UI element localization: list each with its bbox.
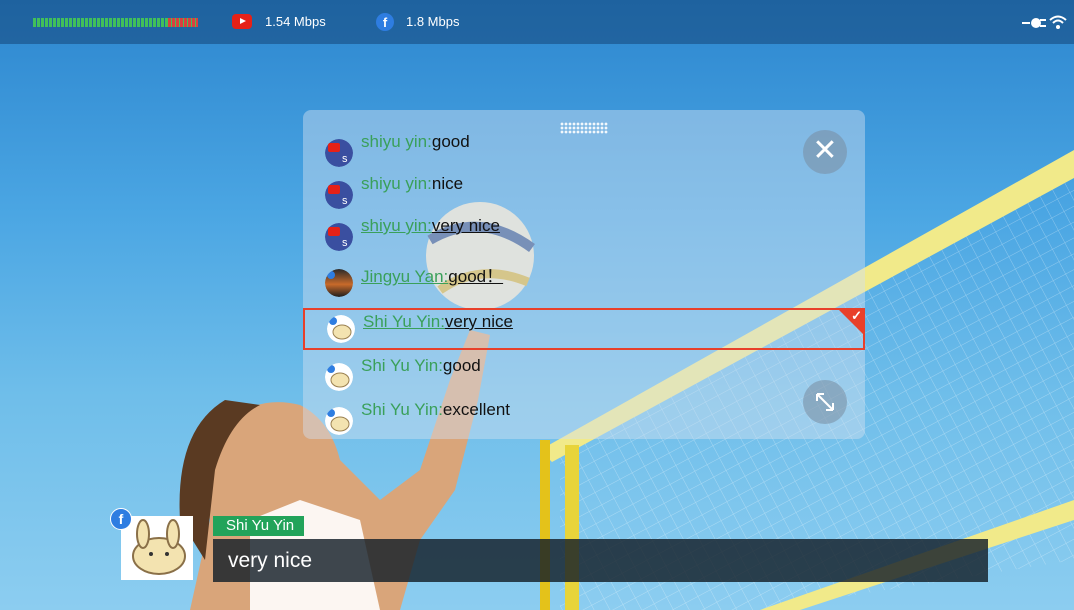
- chat-text: nice: [431, 174, 464, 193]
- chat-text: good: [431, 132, 470, 151]
- svg-text:s: s: [342, 237, 348, 249]
- facebook-icon: f: [376, 13, 394, 31]
- chat-author: Shi Yu Yin:: [361, 356, 443, 375]
- chat-text: good: [442, 356, 481, 375]
- youtube-bitrate: 1.54 Mbps: [265, 14, 326, 29]
- facebook-icon: f: [110, 508, 132, 530]
- facebook-user-avatar: [325, 269, 353, 297]
- youtube-icon: [232, 14, 252, 29]
- youtube-user-avatar: s: [325, 181, 353, 209]
- chat-author: shiyu yin:: [361, 132, 432, 151]
- plug-icon: [1022, 18, 1046, 28]
- facebook-user-avatar: [325, 363, 353, 391]
- overlay-message: very nice: [213, 539, 988, 582]
- wifi-icon: [1049, 15, 1067, 29]
- youtube-user-avatar: s: [325, 139, 353, 167]
- chat-message-selected[interactable]: Shi Yu Yin:very nice ✓: [303, 308, 865, 350]
- chat-author: Shi Yu Yin:: [361, 400, 443, 419]
- chat-message[interactable]: Shi Yu Yin:good: [303, 352, 865, 391]
- chat-message[interactable]: s shiyu yin:very nice: [303, 212, 865, 251]
- svg-text:s: s: [342, 195, 348, 207]
- close-button[interactable]: ✕: [803, 130, 847, 174]
- svg-text:s: s: [342, 153, 348, 165]
- expand-icon: [816, 393, 834, 411]
- status-bar: 1.54 Mbps f 1.8 Mbps: [0, 0, 1074, 44]
- chat-text: very nice: [431, 216, 500, 235]
- close-icon: ✕: [812, 134, 838, 167]
- selected-check-icon: ✓: [837, 308, 865, 336]
- audio-peak-segment: [168, 18, 198, 27]
- expand-button[interactable]: [803, 380, 847, 424]
- chat-message[interactable]: s shiyu yin:good: [303, 128, 865, 167]
- chat-text: very nice: [444, 312, 513, 331]
- chat-author: Jingyu Yan:: [361, 267, 449, 286]
- chat-author: shiyu yin:: [361, 174, 432, 193]
- youtube-user-avatar: s: [325, 223, 353, 251]
- audio-level-meter: [33, 18, 198, 27]
- facebook-user-avatar: [327, 315, 355, 343]
- chat-message[interactable]: Jingyu Yan:good！: [303, 258, 865, 297]
- overlay-author-name: Shi Yu Yin: [213, 516, 305, 536]
- facebook-bitrate: 1.8 Mbps: [406, 14, 460, 29]
- chat-message[interactable]: s shiyu yin:nice: [303, 170, 865, 209]
- chat-panel[interactable]: s shiyu yin:good s shiyu yin:nice s shiy…: [303, 110, 865, 439]
- chat-author: shiyu yin:: [361, 216, 432, 235]
- chat-author: Shi Yu Yin:: [363, 312, 445, 331]
- chat-text: good！: [448, 267, 504, 286]
- chat-text: excellent: [442, 400, 511, 419]
- chat-message[interactable]: Shi Yu Yin:excellent: [303, 396, 865, 435]
- facebook-user-avatar: [325, 407, 353, 435]
- overlay-avatar: [121, 516, 193, 580]
